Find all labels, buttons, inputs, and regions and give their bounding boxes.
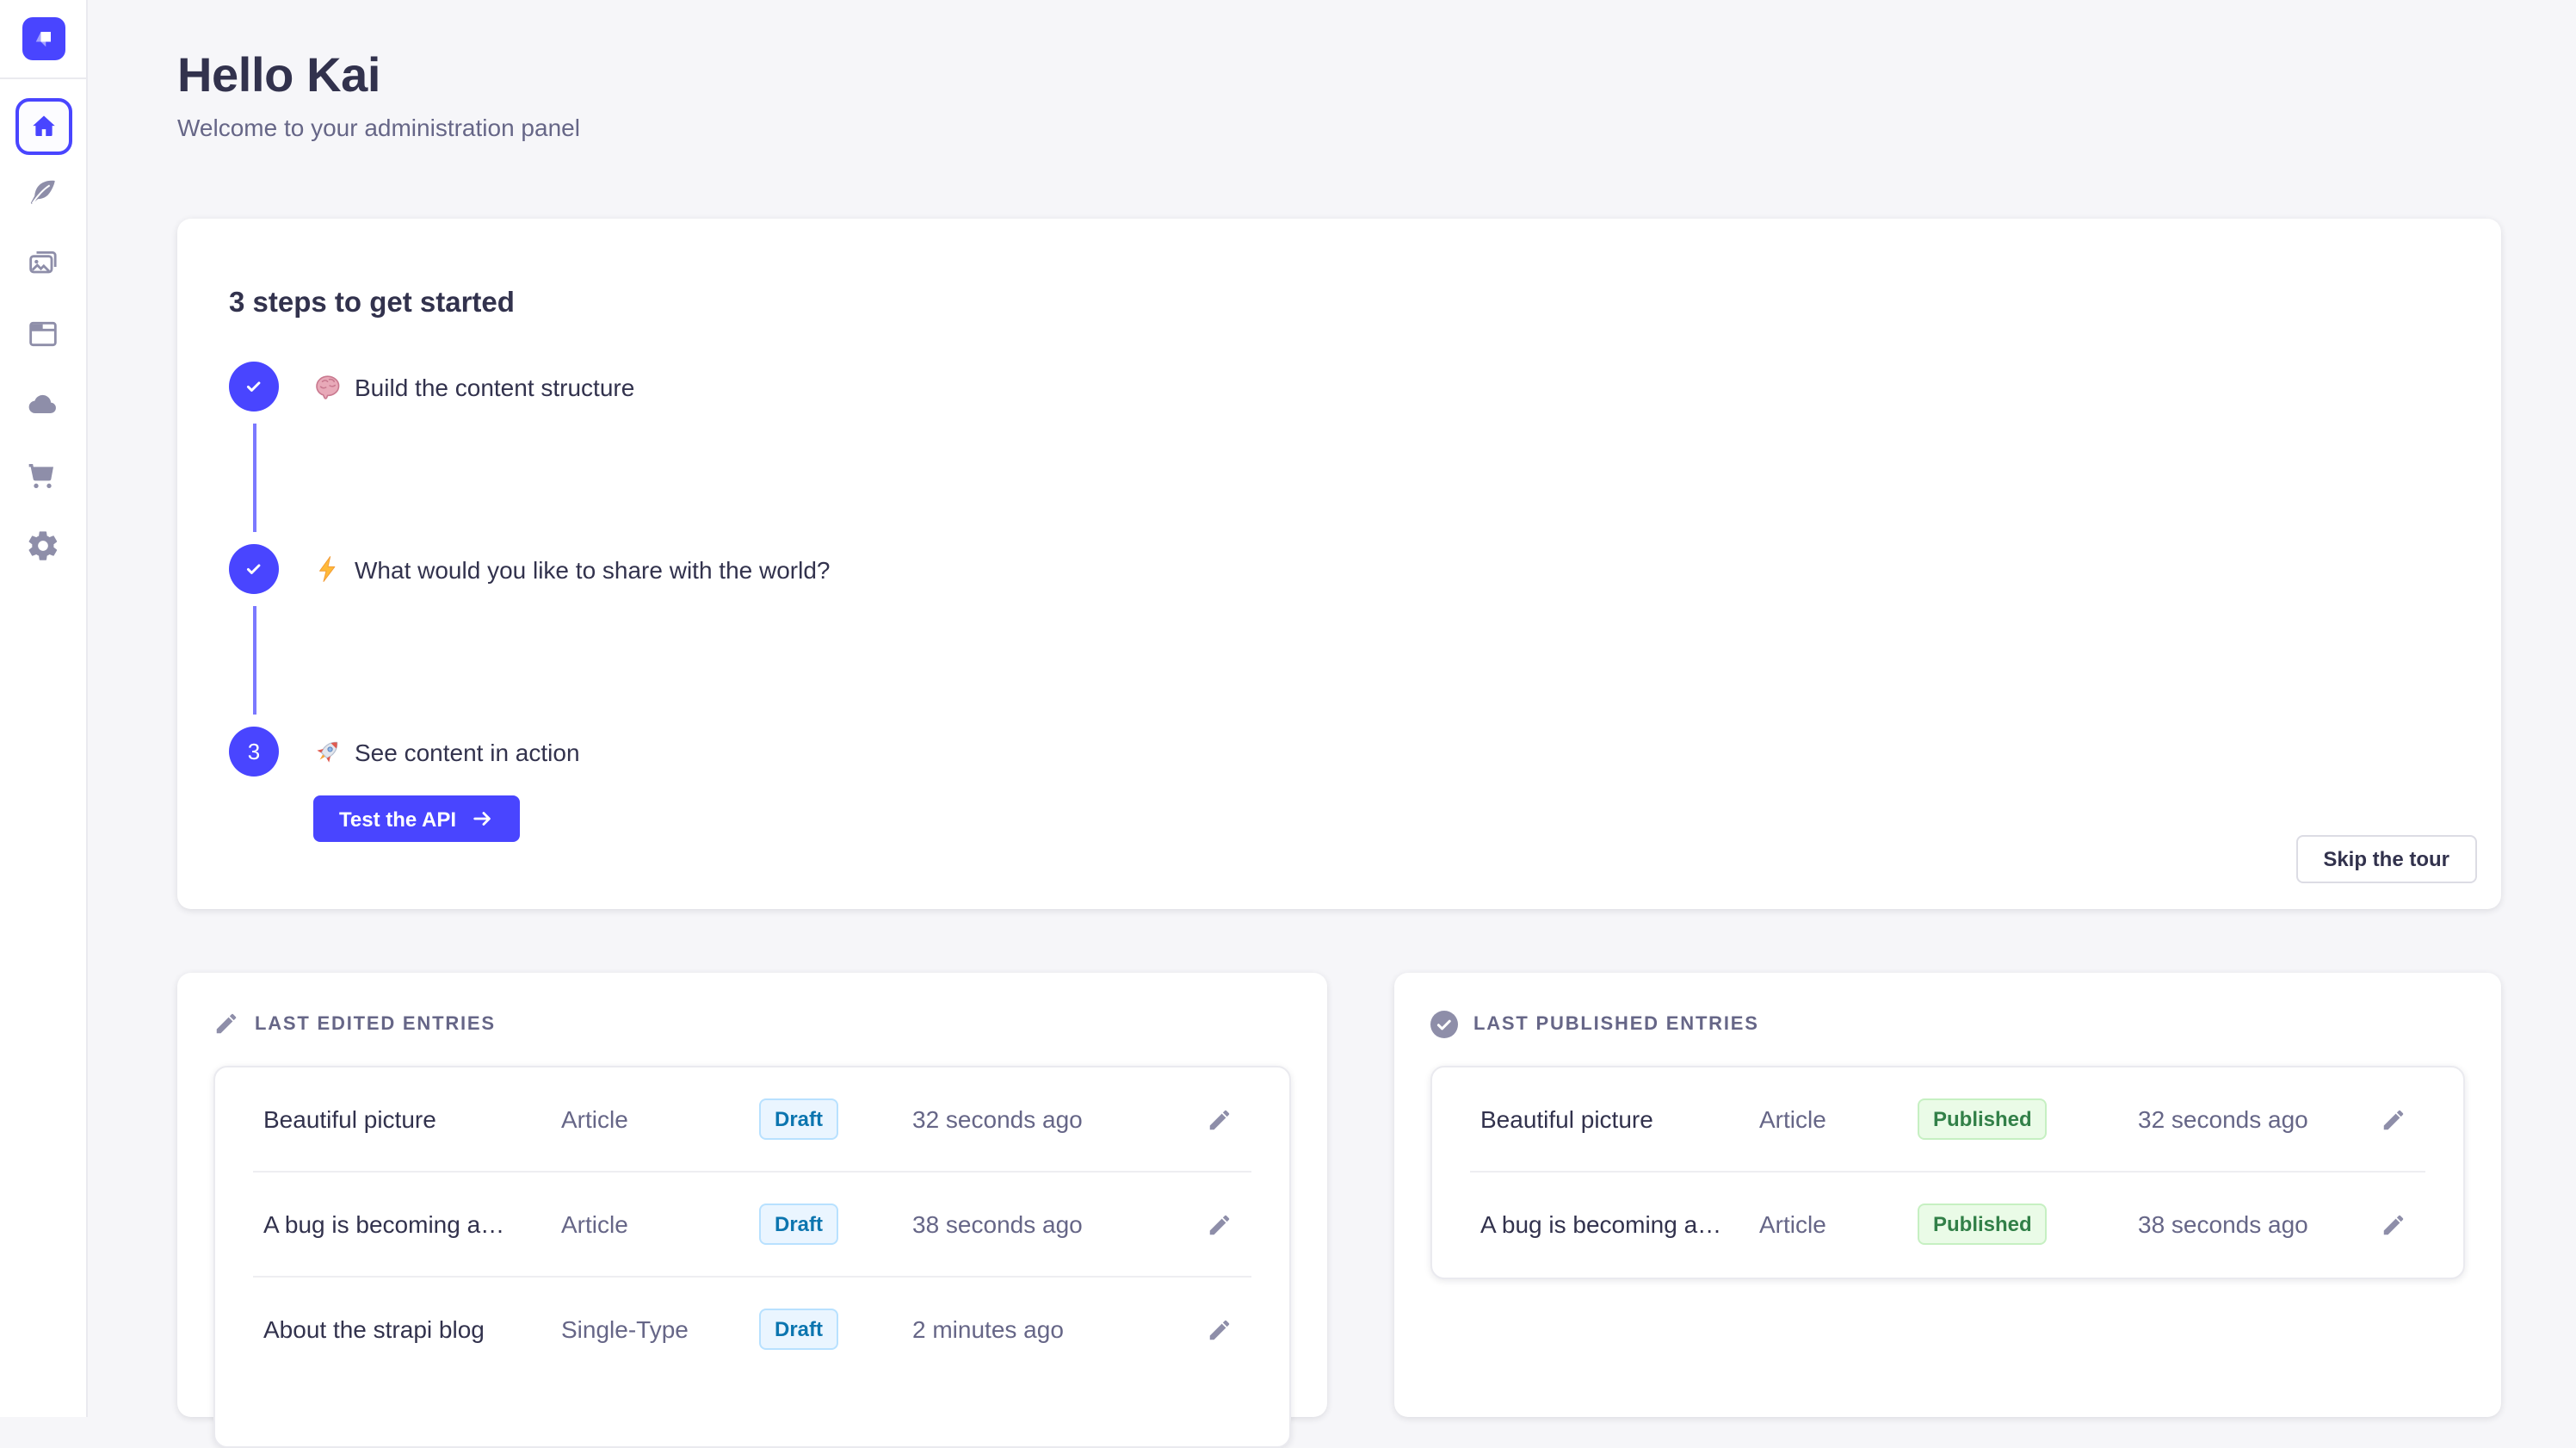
tour-step-2: What would you like to share with the wo… xyxy=(229,544,2449,594)
gear-icon xyxy=(26,529,60,563)
entry-name: A bug is becoming a… xyxy=(263,1210,561,1238)
step-2-text: What would you like to share with the wo… xyxy=(355,555,831,583)
step-3-text: See content in action xyxy=(355,738,580,765)
edit-entry-button[interactable] xyxy=(2370,1097,2415,1142)
sidebar-item-cloud[interactable] xyxy=(26,387,60,422)
pencil-icon xyxy=(1206,1211,1232,1237)
step-1-label: Build the content structure xyxy=(313,372,634,401)
sidebar-item-media-library[interactable] xyxy=(26,246,60,281)
strapi-logo[interactable] xyxy=(22,17,65,60)
sidebar-item-marketplace[interactable] xyxy=(26,458,60,492)
step-3-label: See content in action xyxy=(313,737,580,766)
tour-steps: Build the content structure xyxy=(229,362,2449,842)
check-icon xyxy=(243,558,265,580)
rocket-emoji-icon xyxy=(313,737,343,766)
status-badge: Published xyxy=(1918,1204,2048,1245)
step-2-label: What would you like to share with the wo… xyxy=(313,554,831,584)
entry-name: Beautiful picture xyxy=(1480,1105,1759,1133)
status-badge: Published xyxy=(1918,1098,2048,1140)
entry-time: 38 seconds ago xyxy=(2138,1210,2370,1238)
last-edited-table: Beautiful picture Article Draft 32 secon… xyxy=(213,1066,1291,1448)
strapi-logo-icon xyxy=(30,26,56,52)
sidebar-divider xyxy=(0,77,87,79)
sidebar-item-content-manager[interactable] xyxy=(26,176,60,210)
feather-icon xyxy=(26,176,60,210)
step-1-text: Build the content structure xyxy=(355,373,634,400)
edit-entry-button[interactable] xyxy=(1196,1307,1241,1352)
test-api-button[interactable]: Test the API xyxy=(313,795,520,842)
last-edited-entries-panel: LAST EDITED ENTRIES Beautiful picture Ar… xyxy=(177,973,1327,1417)
entry-name: About the strapi blog xyxy=(263,1315,561,1343)
check-circle-icon xyxy=(1430,1011,1458,1038)
pencil-icon xyxy=(213,1011,239,1036)
entry-time: 2 minutes ago xyxy=(912,1315,1196,1343)
table-row[interactable]: Beautiful picture Article Draft 32 secon… xyxy=(215,1067,1289,1171)
pencil-icon xyxy=(1206,1106,1232,1132)
entry-name: Beautiful picture xyxy=(263,1105,561,1133)
entry-time: 32 seconds ago xyxy=(2138,1105,2370,1133)
main-content: Hello Kai Welcome to your administration… xyxy=(88,0,2576,1417)
test-api-label: Test the API xyxy=(339,807,456,831)
step-connector-1 xyxy=(252,424,256,532)
tour-title: 3 steps to get started xyxy=(229,288,2449,320)
step-1-check-circle xyxy=(229,362,279,412)
sidebar-item-settings[interactable] xyxy=(26,529,60,563)
table-row[interactable]: Beautiful picture Article Published 32 s… xyxy=(1432,1067,2463,1171)
last-published-title: LAST PUBLISHED ENTRIES xyxy=(1473,1014,1759,1035)
pencil-icon xyxy=(2380,1106,2406,1132)
last-edited-title: LAST EDITED ENTRIES xyxy=(255,1013,496,1034)
check-icon xyxy=(243,375,265,398)
sidebar-item-content-type-builder[interactable] xyxy=(26,317,60,351)
brain-emoji-icon xyxy=(313,372,343,401)
layout-icon xyxy=(26,317,60,351)
edit-entry-button[interactable] xyxy=(1196,1202,1241,1247)
pencil-icon xyxy=(2380,1211,2406,1237)
sidebar xyxy=(0,0,88,1417)
edit-entry-button[interactable] xyxy=(2370,1202,2415,1247)
last-published-header: LAST PUBLISHED ENTRIES xyxy=(1394,973,2501,1038)
step-3-number-circle: 3 xyxy=(229,727,279,777)
entry-time: 32 seconds ago xyxy=(912,1105,1196,1133)
page-subtitle: Welcome to your administration panel xyxy=(177,114,2576,141)
admin-panel: Hello Kai Welcome to your administration… xyxy=(0,0,2576,1417)
test-api-row: Test the API xyxy=(313,795,2449,842)
page-title: Hello Kai xyxy=(177,46,2576,105)
home-icon xyxy=(28,112,58,141)
entry-type: Article xyxy=(1759,1210,1918,1238)
sidebar-item-home[interactable] xyxy=(15,98,71,155)
entry-type: Single-Type xyxy=(561,1315,759,1343)
cart-icon xyxy=(26,458,60,492)
last-published-table: Beautiful picture Article Published 32 s… xyxy=(1430,1066,2465,1279)
guided-tour-card: 3 steps to get started xyxy=(177,219,2501,909)
tour-step-3: 3 See content xyxy=(229,727,2449,777)
entry-type: Article xyxy=(561,1210,759,1238)
skip-tour-button[interactable]: Skip the tour xyxy=(2295,835,2477,883)
status-badge: Draft xyxy=(759,1204,838,1245)
status-badge: Draft xyxy=(759,1098,838,1140)
table-row[interactable]: A bug is becoming a… Article Published 3… xyxy=(1432,1173,2463,1276)
media-library-icon xyxy=(26,246,60,281)
last-published-entries-panel: LAST PUBLISHED ENTRIES Beautiful picture… xyxy=(1394,973,2501,1417)
arrow-right-icon xyxy=(472,808,494,830)
entry-time: 38 seconds ago xyxy=(912,1210,1196,1238)
entry-type: Article xyxy=(561,1105,759,1133)
edit-entry-button[interactable] xyxy=(1196,1097,1241,1142)
entry-name: A bug is becoming a… xyxy=(1480,1210,1759,1238)
lightning-emoji-icon xyxy=(313,554,343,584)
step-connector-2 xyxy=(252,606,256,715)
cloud-icon xyxy=(26,387,60,422)
status-badge: Draft xyxy=(759,1309,838,1350)
table-row[interactable]: About the strapi blog Single-Type Draft … xyxy=(215,1278,1289,1381)
table-row[interactable]: A bug is becoming a… Article Draft 38 se… xyxy=(215,1173,1289,1276)
step-2-check-circle xyxy=(229,544,279,594)
pencil-icon xyxy=(1206,1316,1232,1342)
tour-step-1: Build the content structure xyxy=(229,362,2449,412)
last-edited-header: LAST EDITED ENTRIES xyxy=(177,973,1327,1036)
entry-type: Article xyxy=(1759,1105,1918,1133)
